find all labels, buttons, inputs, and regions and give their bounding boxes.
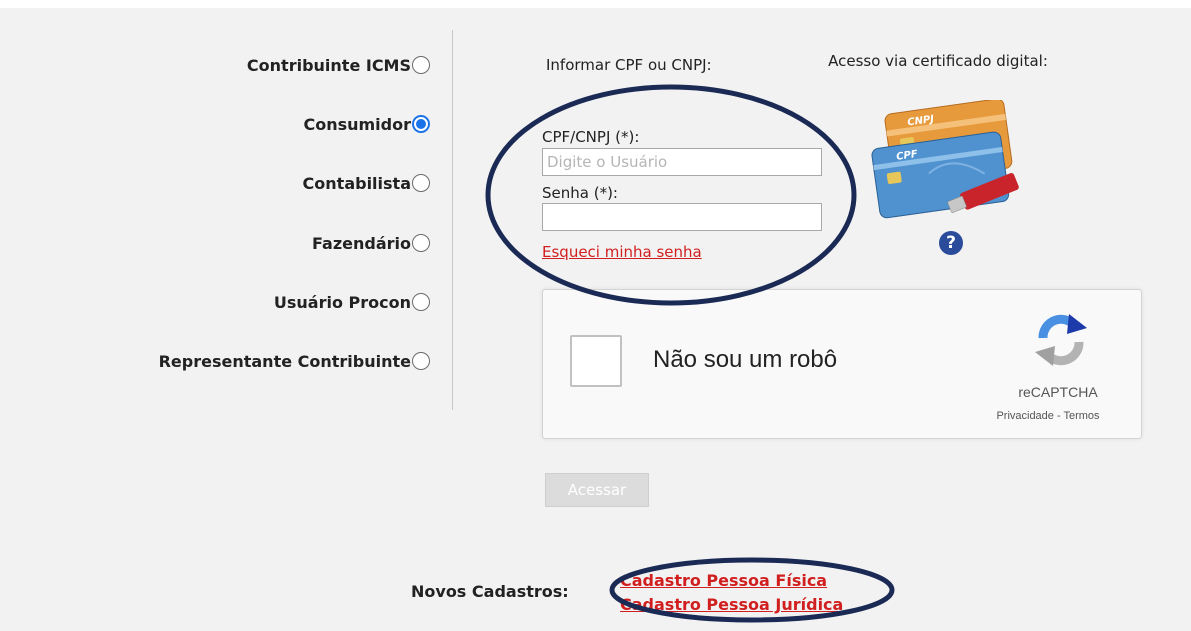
radio-button[interactable] bbox=[412, 174, 430, 192]
user-type-label: Representante Contribuinte bbox=[158, 351, 411, 371]
password-label: Senha (*): bbox=[542, 184, 618, 202]
radio-button-selected[interactable] bbox=[412, 115, 430, 133]
access-button[interactable]: Acessar bbox=[545, 473, 649, 507]
password-input[interactable] bbox=[542, 203, 822, 231]
recaptcha-terms-link[interactable]: Privacidade - Termos bbox=[958, 410, 1138, 422]
question-circle-icon[interactable]: ? bbox=[939, 231, 963, 255]
vertical-divider bbox=[452, 30, 453, 410]
recaptcha-label: Não sou um robô bbox=[653, 346, 838, 373]
user-type-option-contabilista[interactable]: Contabilista bbox=[0, 168, 430, 198]
register-company-link[interactable]: Cadastro Pessoa Jurídica bbox=[620, 595, 843, 614]
recaptcha-widget: Não sou um robô reCAPTCHA Privacidade - … bbox=[542, 289, 1142, 439]
radio-button[interactable] bbox=[412, 352, 430, 370]
user-type-option-representante-contribuinte[interactable]: Representante Contribuinte bbox=[0, 346, 430, 376]
recaptcha-logo-icon bbox=[1035, 314, 1087, 366]
user-type-label: Contabilista bbox=[302, 173, 411, 193]
new-registrations-label: Novos Cadastros: bbox=[411, 582, 569, 601]
user-type-option-contribuinte-icms[interactable]: Contribuinte ICMS bbox=[0, 50, 430, 80]
user-type-option-fazendario[interactable]: Fazendário bbox=[0, 228, 430, 258]
digital-certificate-image[interactable]: CNPJ CPF bbox=[860, 100, 1040, 220]
cpf-cnpj-input[interactable] bbox=[542, 148, 822, 176]
user-type-option-consumidor[interactable]: Consumidor bbox=[0, 109, 430, 139]
user-type-label: Contribuinte ICMS bbox=[246, 55, 411, 75]
radio-button[interactable] bbox=[412, 293, 430, 311]
user-type-label: Usuário Procon bbox=[273, 292, 411, 312]
recaptcha-checkbox[interactable] bbox=[570, 335, 622, 387]
forgot-password-link[interactable]: Esqueci minha senha bbox=[542, 243, 702, 261]
certificate-access-title: Acesso via certificado digital: bbox=[828, 52, 1048, 70]
cpf-cnpj-label: CPF/CNPJ (*): bbox=[542, 128, 640, 146]
user-type-label: Consumidor bbox=[303, 114, 411, 134]
user-type-label: Fazendário bbox=[312, 233, 411, 253]
radio-button[interactable] bbox=[412, 56, 430, 74]
login-prompt: Informar CPF ou CNPJ: bbox=[546, 56, 712, 74]
recaptcha-brand: reCAPTCHA bbox=[1018, 384, 1098, 400]
user-type-option-usuario-procon[interactable]: Usuário Procon bbox=[0, 287, 430, 317]
radio-button[interactable] bbox=[412, 234, 430, 252]
register-individual-link[interactable]: Cadastro Pessoa Física bbox=[620, 571, 827, 590]
